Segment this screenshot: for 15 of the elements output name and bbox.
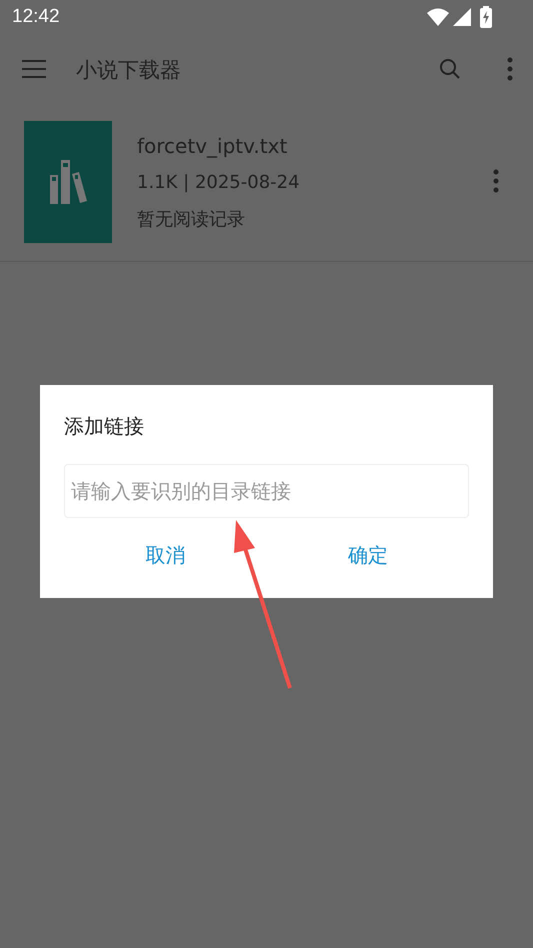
signal-icon xyxy=(453,8,471,26)
status-time: 12:42 xyxy=(12,6,60,28)
app-title: 小说下载器 xyxy=(76,57,182,84)
dialog-title: 添加链接 xyxy=(64,413,145,440)
wifi-icon xyxy=(427,8,449,26)
reading-status: 暂无阅读记录 xyxy=(137,208,246,230)
battery-icon xyxy=(479,6,493,28)
book-title: forcetv_iptv.txt xyxy=(137,134,288,158)
link-input[interactable]: 请输入要识别的目录链接 xyxy=(64,464,469,518)
books-icon xyxy=(48,160,88,204)
more-button[interactable] xyxy=(507,56,513,84)
more-button[interactable] xyxy=(493,168,499,196)
cancel-button[interactable]: 取消 xyxy=(131,536,200,575)
book-meta: 1.1K | 2025-08-24 xyxy=(137,172,301,192)
confirm-button[interactable]: 确定 xyxy=(334,536,402,575)
